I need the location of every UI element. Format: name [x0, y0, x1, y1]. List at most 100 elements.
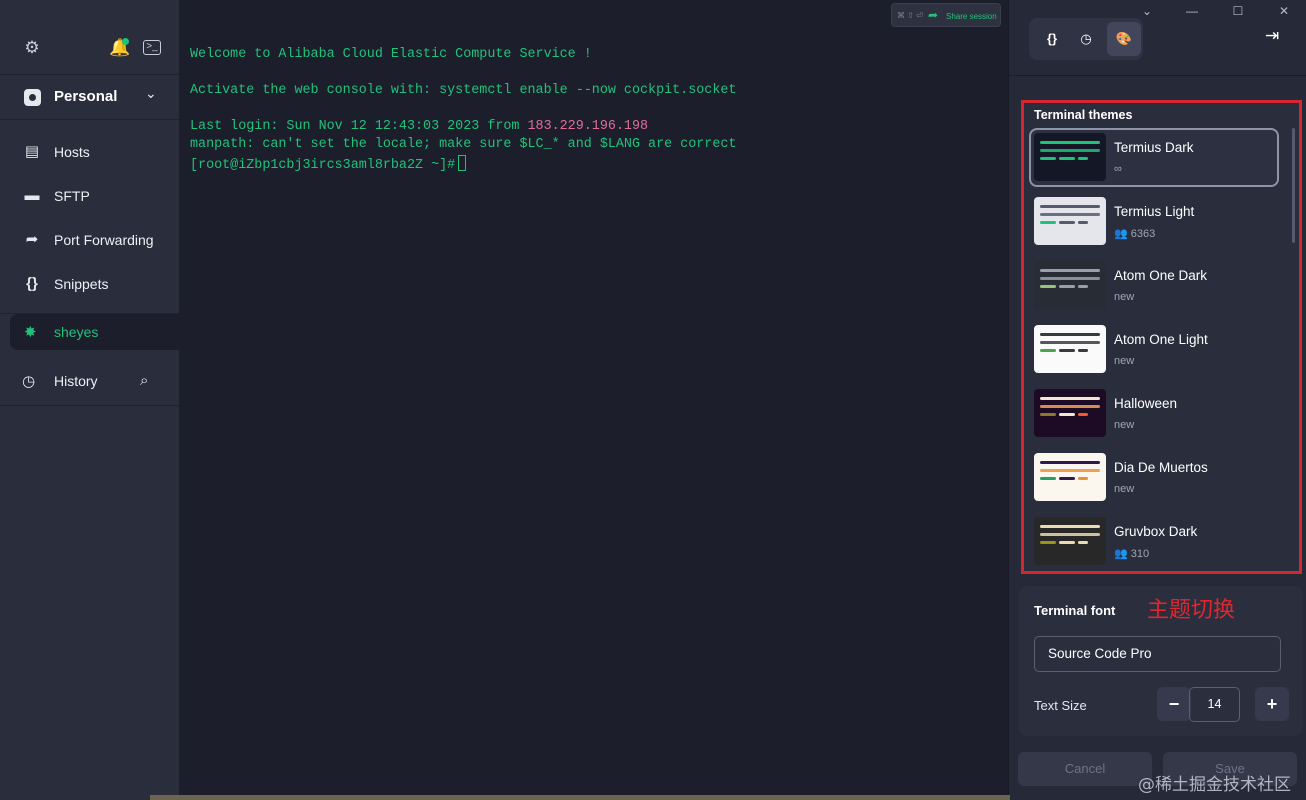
terminal-line-prompt: [root@iZbp1cbj3ircs3aml8rba2Z ~]#: [190, 155, 467, 173]
settings-panel: ⌄ — ☐ ✕ {} ◷ 🎨 ⇥ Terminal themes Termius…: [1008, 0, 1306, 800]
themes-scrollbar[interactable]: [1292, 128, 1295, 243]
text-size-value[interactable]: 14: [1189, 687, 1240, 722]
theme-meta: ∞: [1114, 163, 1122, 175]
preview-bar: [1040, 221, 1056, 224]
sidebar-item-hosts[interactable]: ▤ Hosts: [0, 130, 179, 174]
preview-bar: [1059, 413, 1075, 416]
theme-card[interactable]: Halloween new: [1029, 384, 1283, 448]
last-login-ip: 183.229.196.198: [527, 119, 649, 134]
preview-bar: [1040, 213, 1100, 216]
maximize-icon[interactable]: ☐: [1230, 4, 1246, 18]
terminal-line-manpath: manpath: can't set the locale; make sure…: [190, 137, 737, 152]
theme-card[interactable]: Atom One Light new: [1029, 320, 1283, 384]
bell-icon[interactable]: 🔔: [109, 38, 130, 58]
watermark: @稀土掘金技术社区: [1138, 775, 1291, 795]
collapse-panel-icon[interactable]: ⇥: [1265, 26, 1279, 46]
terminal-themes-section: Terminal themes Termius Dark ∞ Termius Lig…: [1021, 100, 1302, 574]
preview-bar: [1078, 221, 1088, 224]
notification-dot: [122, 38, 129, 45]
hosts-icon: ▤: [24, 143, 40, 160]
preview-bar: [1040, 461, 1100, 464]
theme-meta-value: new: [1114, 483, 1135, 495]
host-label: sheyes: [54, 324, 99, 340]
theme-card[interactable]: Dia De Muertos new: [1029, 448, 1283, 512]
theme-meta-value: new: [1114, 355, 1135, 367]
preview-bar: [1078, 285, 1088, 288]
increase-size-button[interactable]: +: [1255, 687, 1289, 721]
gear-host-icon: ✸: [24, 324, 37, 341]
preview-bar: [1040, 269, 1100, 272]
preview-bar: [1040, 157, 1056, 160]
font-title: Terminal font: [1034, 603, 1116, 618]
gear-icon[interactable]: ⚙: [22, 38, 42, 58]
preview-bar: [1078, 349, 1088, 352]
preview-bar: [1040, 413, 1056, 416]
clock-icon: ◷: [1080, 31, 1092, 46]
close-icon[interactable]: ✕: [1276, 4, 1292, 18]
preview-bar: [1040, 285, 1056, 288]
font-family-select[interactable]: Source Code Pro: [1034, 636, 1281, 672]
tab-themes[interactable]: 🎨: [1107, 22, 1141, 56]
sidebar-nav: ▤ Hosts ▬ SFTP ➦ Port Forwarding {} Snip…: [0, 120, 179, 314]
preview-bar: [1040, 525, 1100, 528]
theme-preview: [1034, 517, 1106, 565]
active-host-tab[interactable]: ✸ sheyes: [10, 314, 179, 350]
share-session-button[interactable]: ⌘ ⇧ ⏎ ➦ Share session: [891, 3, 1001, 27]
sidebar-item-port-forwarding[interactable]: ➦ Port Forwarding: [0, 218, 179, 262]
theme-card[interactable]: Gruvbox Dark 👥 310: [1029, 512, 1283, 571]
preview-bar: [1059, 285, 1075, 288]
preview-bar: [1040, 333, 1100, 336]
share-label: Share session: [946, 12, 997, 21]
terminal-area[interactable]: ⌘ ⇧ ⏎ ➦ Share session Welcome to Alibaba…: [179, 0, 1008, 800]
sidebar-item-label: Port Forwarding: [54, 232, 154, 248]
users-icon: 👥: [1114, 228, 1131, 240]
preview-bar: [1040, 477, 1056, 480]
theme-card[interactable]: Atom One Dark new: [1029, 256, 1283, 320]
theme-preview: [1034, 261, 1106, 309]
decrease-size-button[interactable]: −: [1157, 687, 1191, 721]
preview-bar: [1040, 205, 1100, 208]
theme-card[interactable]: Termius Dark ∞: [1029, 128, 1283, 192]
preview-bar: [1040, 541, 1056, 544]
sidebar-item-sftp[interactable]: ▬ SFTP: [0, 174, 179, 218]
vault-selector[interactable]: Personal ⌄: [0, 75, 179, 120]
theme-name: Atom One Dark: [1114, 268, 1208, 283]
vault-label: Personal: [54, 88, 118, 105]
theme-meta: new: [1114, 483, 1134, 495]
preview-bar: [1059, 349, 1075, 352]
theme-meta: new: [1114, 291, 1134, 303]
chevron-down-icon[interactable]: ⌄: [1139, 4, 1155, 18]
cancel-button[interactable]: Cancel: [1018, 752, 1152, 786]
search-icon[interactable]: ⌕: [140, 372, 148, 389]
annotation-label: 主题切换: [1147, 598, 1236, 623]
preview-bar: [1078, 541, 1088, 544]
vault-icon: [24, 89, 41, 106]
theme-meta-value: new: [1114, 419, 1135, 431]
theme-meta: 👥 310: [1114, 547, 1149, 560]
last-login-text: Last login: Sun Nov 12 12:43:03 2023 fro…: [190, 119, 528, 134]
theme-meta-value: new: [1114, 291, 1135, 303]
share-shortcut: ⌘ ⇧ ⏎: [897, 11, 923, 20]
theme-preview: [1034, 389, 1106, 437]
preview-bar: [1040, 533, 1100, 536]
terminal-line-welcome: Welcome to Alibaba Cloud Elastic Compute…: [190, 47, 592, 62]
braces-icon: {}: [26, 275, 38, 292]
sidebar-item-snippets[interactable]: {} Snippets: [0, 262, 179, 306]
preview-bar: [1078, 477, 1088, 480]
theme-list: Termius Dark ∞ Termius Light 👥 6363 Atom One…: [1029, 128, 1283, 571]
clock-icon: ◷: [22, 373, 36, 390]
tab-snippets[interactable]: {}: [1035, 22, 1069, 56]
theme-card[interactable]: Termius Light 👥 6363: [1029, 192, 1283, 256]
minimize-icon[interactable]: —: [1184, 4, 1200, 18]
sidebar: ⚙ 🔔 >_ Personal ⌄ ▤ Hosts ▬ SFTP ➦ Port …: [0, 0, 179, 800]
sidebar-item-history[interactable]: ◷ History ⌕: [0, 360, 179, 406]
tab-history[interactable]: ◷: [1069, 22, 1103, 56]
app-window: ⚙ 🔔 >_ Personal ⌄ ▤ Hosts ▬ SFTP ➦ Port …: [0, 0, 1306, 800]
preview-bar: [1040, 141, 1100, 144]
preview-bar: [1059, 221, 1075, 224]
terminal-icon[interactable]: >_: [143, 40, 161, 55]
theme-meta: new: [1114, 355, 1134, 367]
panel-tabs: {} ◷ 🎨: [1029, 18, 1143, 60]
theme-preview: [1034, 325, 1106, 373]
themes-title: Terminal themes: [1034, 108, 1133, 122]
